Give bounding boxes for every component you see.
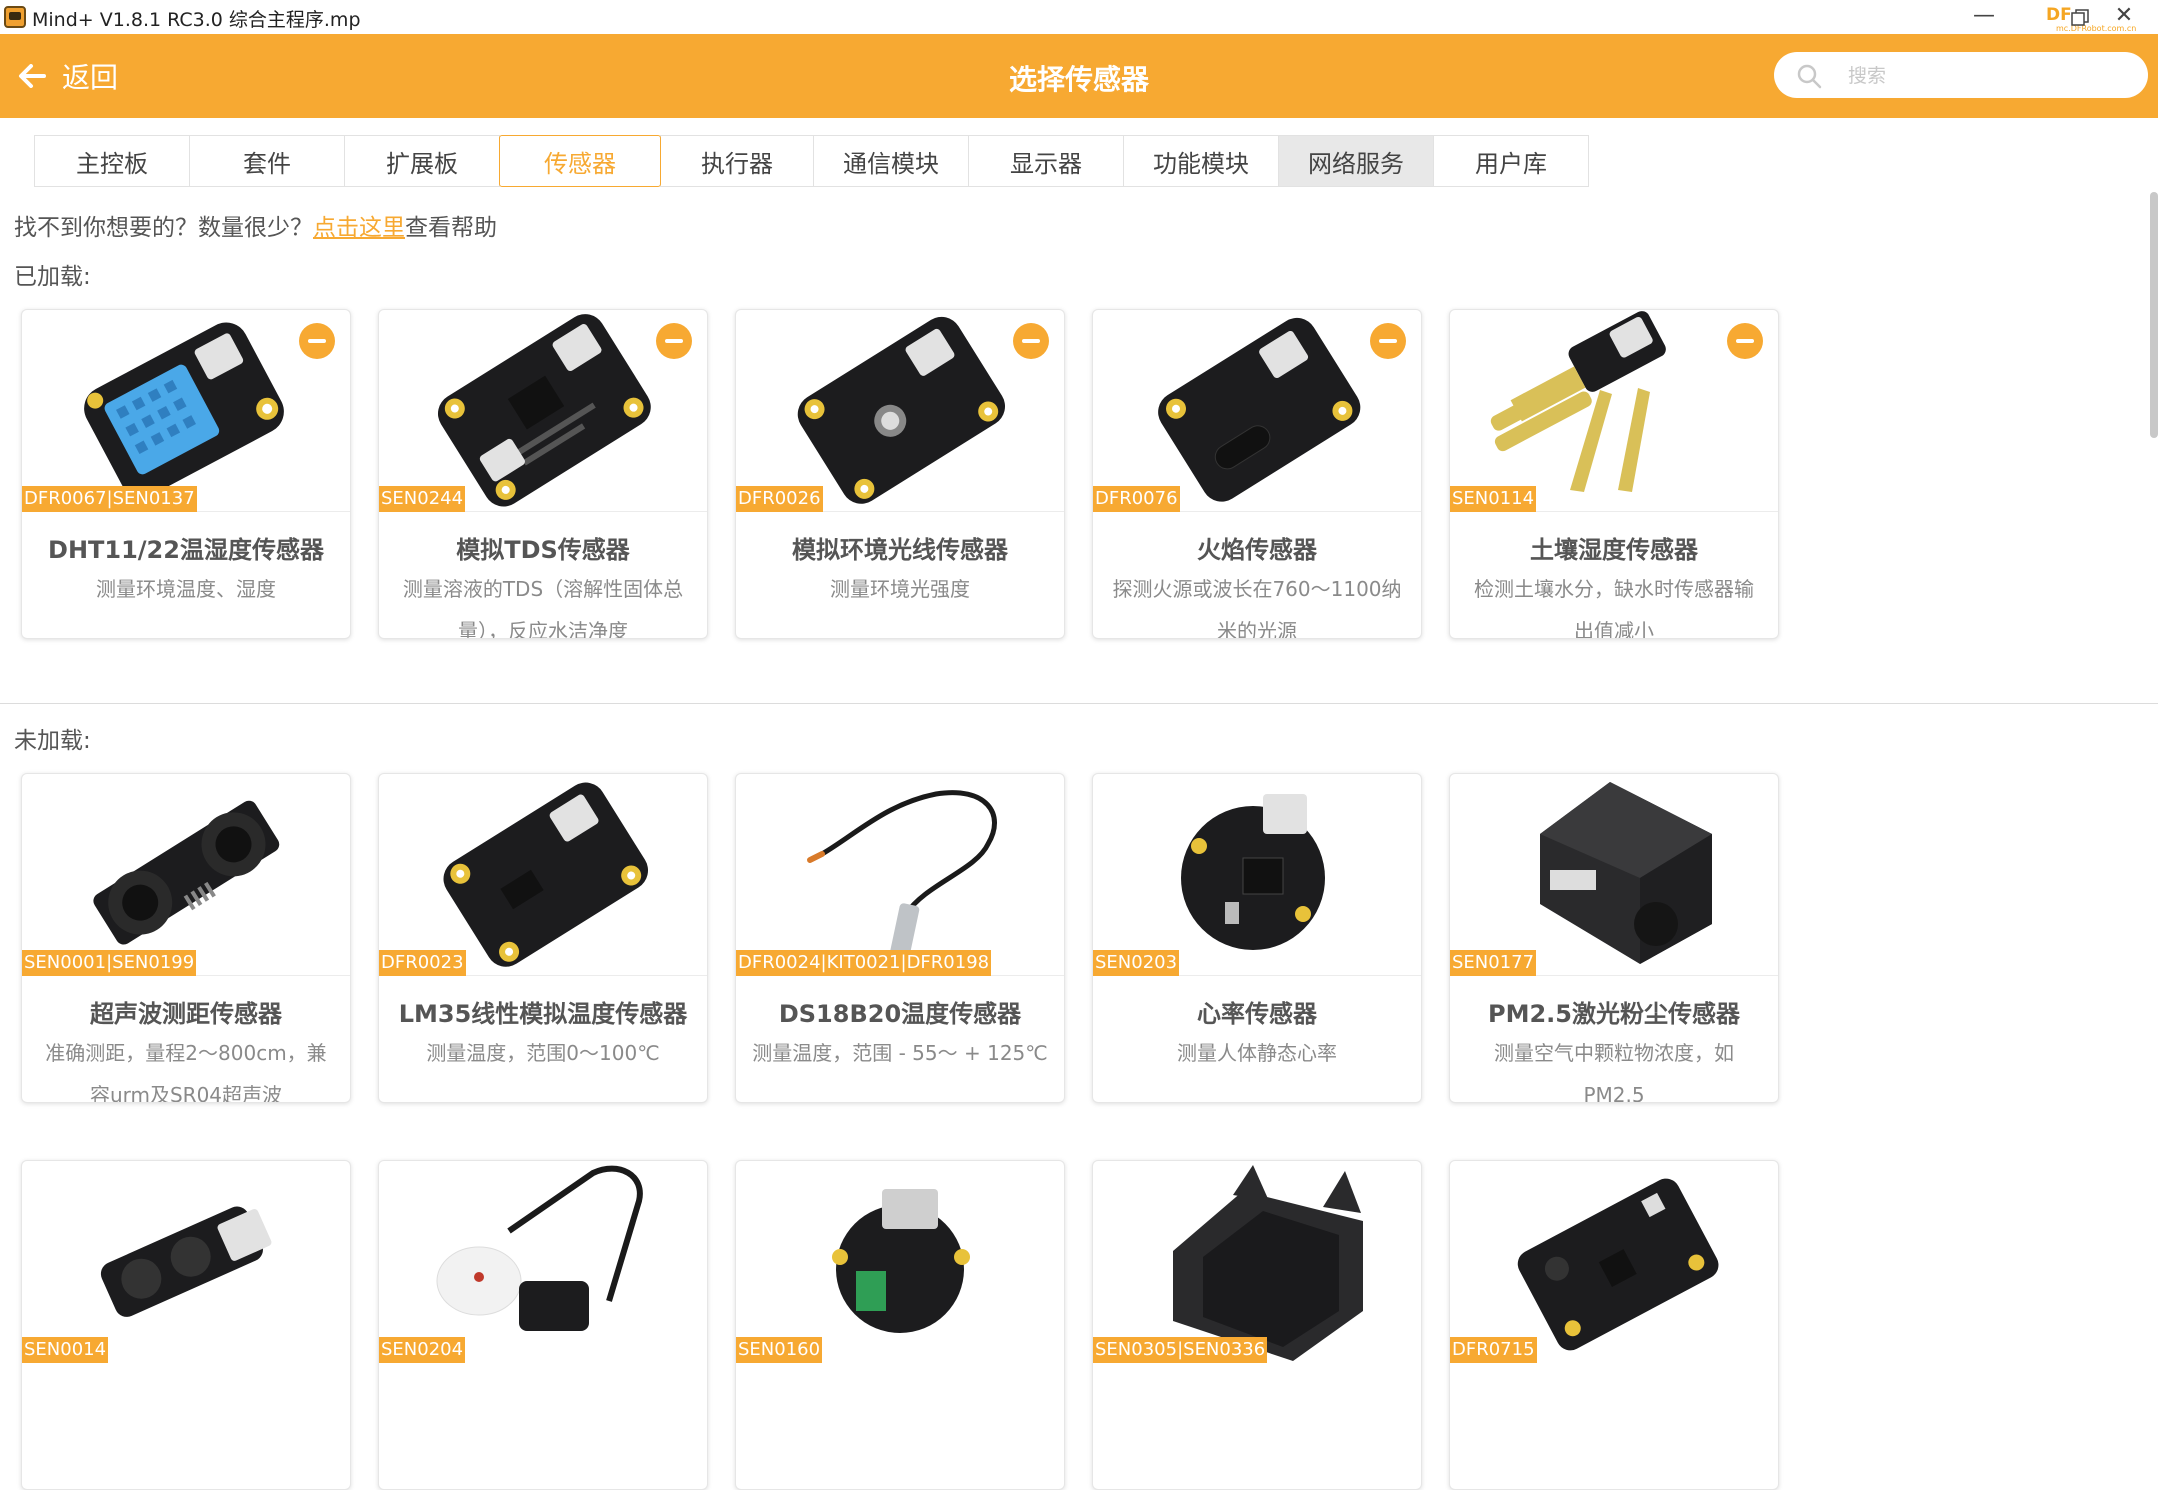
window-titlebar: Mind+ V1.8.1 RC3.0 综合主程序.mp — DF mc.DFRo… xyxy=(0,0,2158,34)
product-code: SEN0305|SEN0336 xyxy=(1093,1337,1268,1363)
help-link[interactable]: 点击这里 xyxy=(313,215,405,241)
sensor-card-ambient-light[interactable]: DFR0026 模拟环境光线传感器 测量环境光强度 xyxy=(735,309,1065,639)
ultrasonic-board-image xyxy=(93,800,280,945)
sensor-card-dht11[interactable]: DFR0067|SEN0137 DHT11/22温湿度传感器 测量环境温度、湿度 xyxy=(21,309,351,639)
sensor-name: PM2.5激光粉尘传感器 xyxy=(1488,1000,1740,1028)
sensor-description: 测量溶液的TDS（溶解性固体总量），反应水洁净度 xyxy=(402,577,684,639)
sensor-name: LM35线性模拟温度传感器 xyxy=(398,1000,688,1028)
voice-board-image xyxy=(1517,1178,1719,1351)
sensor-card-pm25[interactable]: SEN0177 PM2.5激光粉尘传感器 测量空气中颗粒物浓度，如PM2.5 xyxy=(1449,773,1779,1103)
sensor-card-soil-moisture[interactable]: SEN0114 土壤湿度传感器 检测土壤水分，缺水时传感器输出值减小 xyxy=(1449,309,1779,639)
search-box xyxy=(1774,52,2148,98)
sensor-name: 模拟TDS传感器 xyxy=(456,536,630,564)
remove-icon[interactable] xyxy=(1013,323,1049,359)
sensor-description: 测量环境温度、湿度 xyxy=(96,577,276,601)
liquid-level-image xyxy=(436,1165,643,1331)
loaded-section-label: 已加载: xyxy=(14,264,91,290)
sensor-card-liquid-level[interactable]: SEN0204 xyxy=(378,1160,708,1490)
sensor-description: 测量温度，范围 - 55～ + 125℃ xyxy=(752,1041,1048,1065)
sensor-name: 土壤湿度传感器 xyxy=(1530,536,1698,564)
tab-communication[interactable]: 通信模块 xyxy=(813,135,969,187)
sensor-card-tds[interactable]: SEN0244 模拟TDS传感器 测量溶液的TDS（溶解性固体总量），反应水洁净… xyxy=(378,309,708,639)
tab-network-services[interactable]: 网络服务 xyxy=(1278,135,1434,187)
product-code: DFR0715 xyxy=(1450,1337,1537,1363)
camera-box-image xyxy=(1173,1165,1363,1361)
tab-function-modules[interactable]: 功能模块 xyxy=(1123,135,1279,187)
sensor-description: 检测土壤水分，缺水时传感器输出值减小 xyxy=(1474,577,1754,639)
round-board-image xyxy=(832,1189,970,1333)
sensor-card-ultrasonic[interactable]: SEN0001|SEN0199 超声波测距传感器 准确测距，量程2～800cm，… xyxy=(21,773,351,1103)
remove-icon[interactable] xyxy=(1727,323,1763,359)
sensor-name: 模拟环境光线传感器 xyxy=(792,536,1008,564)
sensor-description: 测量温度，范围0～100℃ xyxy=(426,1041,660,1065)
remove-icon[interactable] xyxy=(1370,323,1406,359)
product-code: SEN0160 xyxy=(736,1337,823,1363)
unloaded-section-label: 未加载: xyxy=(14,728,91,754)
product-code: DFR0023 xyxy=(379,950,466,976)
sensor-card-flame[interactable]: DFR0076 火焰传感器 探测火源或波长在760～1100纳米的光源 xyxy=(1092,309,1422,639)
window-title: Mind+ V1.8.1 RC3.0 综合主程序.mp xyxy=(32,9,361,31)
product-code: DFR0076 xyxy=(1093,486,1180,512)
sensor-name: DHT11/22温湿度传感器 xyxy=(48,536,324,564)
tab-displays[interactable]: 显示器 xyxy=(968,135,1124,187)
sensor-card-sen0160[interactable]: SEN0160 xyxy=(735,1160,1065,1490)
sensor-card-camera[interactable]: SEN0305|SEN0336 xyxy=(1092,1160,1422,1490)
sensor-description: 测量空气中颗粒物浓度，如PM2.5 xyxy=(1494,1041,1734,1103)
tab-user-library[interactable]: 用户库 xyxy=(1433,135,1589,187)
sensor-card-ir-distance[interactable]: SEN0014 xyxy=(21,1160,351,1490)
pm25-box-image xyxy=(1540,782,1712,964)
scrollbar-thumb[interactable] xyxy=(2150,192,2158,438)
sensor-description: 探测火源或波长在760～1100纳米的光源 xyxy=(1112,577,1402,639)
sensor-name: 火焰传感器 xyxy=(1197,536,1317,564)
sensor-card-dfr0715[interactable]: DFR0715 xyxy=(1449,1160,1779,1490)
help-text: 找不到你想要的？数量很少？点击这里查看帮助 xyxy=(14,215,497,241)
ds18b20-probe-image xyxy=(807,790,997,965)
app-header: 返回 选择传感器 xyxy=(0,34,2158,118)
product-code: DFR0026 xyxy=(736,486,823,512)
tab-sensors[interactable]: 传感器 xyxy=(499,135,661,187)
sensor-description: 测量人体静态心率 xyxy=(1177,1041,1337,1065)
minimize-button[interactable]: — xyxy=(1956,0,2012,34)
product-code: SEN0204 xyxy=(379,1337,466,1363)
product-code: DFR0024|KIT0021|DFR0198 xyxy=(736,950,992,976)
product-code: SEN0114 xyxy=(1450,486,1537,512)
lm35-board-image xyxy=(443,782,649,967)
tab-actuators[interactable]: 执行器 xyxy=(660,135,814,187)
section-divider xyxy=(0,703,2158,704)
sensor-card-ds18b20[interactable]: DFR0024|KIT0021|DFR0198 DS18B20温度传感器 测量温… xyxy=(735,773,1065,1103)
tab-mainboard[interactable]: 主控板 xyxy=(34,135,190,187)
remove-icon[interactable] xyxy=(299,323,335,359)
tab-expansion-boards[interactable]: 扩展板 xyxy=(344,135,500,187)
product-code: SEN0203 xyxy=(1093,950,1180,976)
sensor-description: 测量环境光强度 xyxy=(830,577,970,601)
category-tabs: 主控板 套件 扩展板 传感器 执行器 通信模块 显示器 功能模块 网络服务 用户… xyxy=(34,135,1589,187)
product-code: SEN0014 xyxy=(22,1337,109,1363)
sensor-card-lm35[interactable]: DFR0023 LM35线性模拟温度传感器 测量温度，范围0～100℃ xyxy=(378,773,708,1103)
product-code: SEN0177 xyxy=(1450,950,1537,976)
sensor-card-heart-rate[interactable]: SEN0203 心率传感器 测量人体静态心率 xyxy=(1092,773,1422,1103)
sensor-name: DS18B20温度传感器 xyxy=(778,1000,1022,1028)
close-window-button[interactable]: ✕ xyxy=(2096,0,2152,34)
search-input[interactable] xyxy=(1846,60,2130,92)
product-code: SEN0001|SEN0199 xyxy=(22,950,197,976)
tab-kits[interactable]: 套件 xyxy=(189,135,345,187)
ir-distance-image xyxy=(100,1206,272,1317)
search-icon xyxy=(1797,64,1822,89)
app-icon xyxy=(4,6,26,28)
remove-icon[interactable] xyxy=(656,323,692,359)
product-code: SEN0244 xyxy=(379,486,466,512)
heart-board-image xyxy=(1181,794,1325,950)
sensor-description: 准确测距，量程2～800cm，兼容urm及SR04超声波 xyxy=(45,1041,327,1103)
restore-icon xyxy=(2071,9,2089,26)
sensor-name: 心率传感器 xyxy=(1197,1000,1317,1028)
product-code: DFR0067|SEN0137 xyxy=(22,486,197,512)
sensor-name: 超声波测距传感器 xyxy=(90,1000,282,1028)
